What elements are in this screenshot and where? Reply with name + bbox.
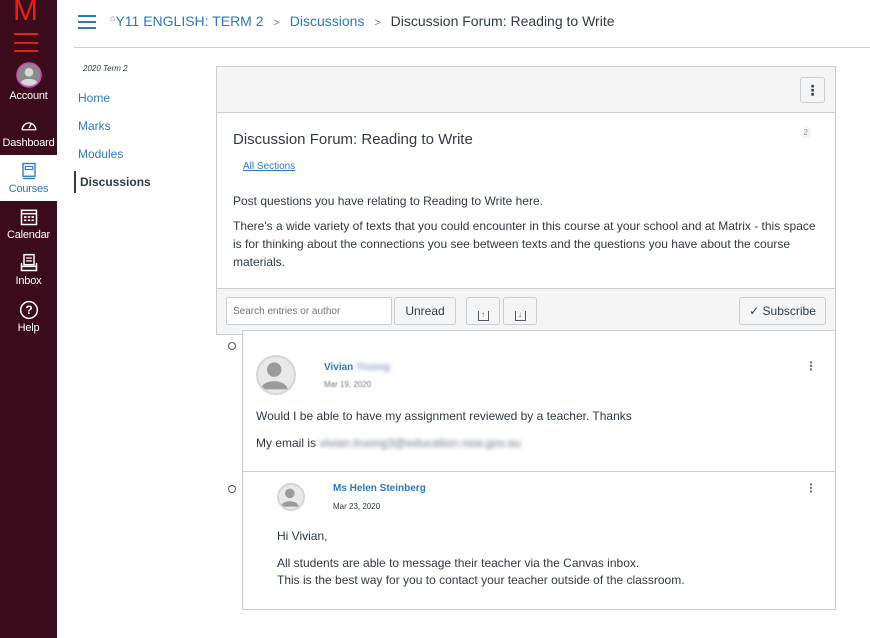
hamburger-icon-line: [78, 21, 96, 23]
redacted-email: vivian.truong3@education.nsw.gov.au: [319, 436, 521, 450]
entry-message: Would I be able to have my assignment re…: [256, 409, 632, 423]
breadcrumb: ⌂Y11 ENGLISH: TERM 2 > Discussions > Dis…: [110, 13, 615, 29]
gnav-calendar[interactable]: Calendar: [0, 207, 57, 241]
courses-book-icon: [21, 162, 36, 180]
avatar[interactable]: [277, 483, 305, 511]
course-nav-home[interactable]: Home: [74, 87, 204, 109]
course-nav-modules[interactable]: Modules: [74, 143, 204, 165]
discussion-entry: Vivian Truong Mar 19, 2020 ⋮ Would I be …: [242, 330, 836, 472]
course-nav-discussions[interactable]: Discussions: [74, 171, 204, 193]
topic-header-bar: ⋮: [217, 67, 835, 113]
course-nav-marks[interactable]: Marks: [74, 115, 204, 137]
unread-indicator[interactable]: [228, 342, 236, 350]
term-label: 2020 Term 2: [83, 64, 128, 73]
reply-options-kebab-icon[interactable]: ⋮: [805, 481, 817, 495]
logo-stripe: [14, 50, 38, 52]
checkmark-icon: ✓: [749, 304, 760, 318]
hamburger-icon-line: [78, 15, 96, 17]
redacted-surname: Truong: [356, 362, 390, 373]
search-entries-input[interactable]: [226, 297, 392, 325]
logo-stripe: [14, 33, 38, 35]
breadcrumb-discussions[interactable]: Discussions: [290, 13, 365, 29]
account-avatar-icon: [15, 62, 42, 88]
institution-logo[interactable]: M: [0, 0, 57, 56]
unread-filter-button[interactable]: Unread: [394, 297, 456, 325]
gnav-inbox[interactable]: Inbox: [0, 253, 57, 287]
course-menu-toggle[interactable]: [78, 15, 96, 29]
collapse-up-icon: ↑: [477, 311, 489, 321]
reply-date: Mar 23, 2020: [333, 502, 381, 511]
dashboard-gauge-icon: [21, 122, 36, 131]
inbox-icon: [20, 253, 37, 272]
chevron-right-icon: >: [273, 17, 280, 29]
avatar[interactable]: [256, 355, 296, 395]
gnav-dashboard[interactable]: Dashboard: [0, 117, 57, 149]
subscribe-label: Subscribe: [762, 304, 816, 318]
entry-message: My email is vivian.truong3@education.nsw…: [256, 436, 521, 450]
expand-down-icon: ↓: [514, 311, 526, 321]
sections-link[interactable]: All Sections: [243, 161, 295, 172]
topic-title: Discussion Forum: Reading to Write: [233, 131, 473, 148]
discussion-toolbar: Unread ↑ ↓ ✓ Subscribe: [217, 288, 835, 334]
logo-letter: M: [13, 0, 38, 27]
reply-message: All students are able to message their t…: [277, 556, 640, 570]
reply-greeting: Hi Vivian,: [277, 529, 328, 543]
topic-message: There's a wide variety of texts that you…: [233, 219, 816, 269]
logo-stripe: [14, 42, 38, 44]
entry-author[interactable]: Vivian Truong: [324, 362, 390, 373]
subscribe-button[interactable]: ✓ Subscribe: [739, 297, 826, 325]
topic-message: Post questions you have relating to Read…: [233, 194, 543, 208]
entry-options-kebab-icon[interactable]: ⋮: [805, 359, 817, 373]
discussion-topic: ⋮ Discussion Forum: Reading to Write 2 A…: [216, 66, 836, 335]
top-bar: ⌂Y11 ENGLISH: TERM 2 > Discussions > Dis…: [74, 0, 870, 48]
svg-text:?: ?: [25, 304, 32, 317]
topic-body: Discussion Forum: Reading to Write 2 All…: [217, 113, 835, 288]
gnav-account[interactable]: Account: [0, 62, 57, 102]
default-avatar-icon: [280, 488, 299, 507]
course-nav: 2020 Term 2 Home Marks Modules Discussio…: [74, 64, 204, 199]
collapse-replies-button[interactable]: ↑: [466, 297, 500, 325]
hamburger-icon-line: [78, 27, 96, 29]
gnav-help[interactable]: ? Help: [0, 300, 57, 334]
reply-count-badge: 2: [800, 127, 811, 138]
kebab-icon: ⋮: [805, 82, 820, 98]
gnav-courses[interactable]: Courses: [0, 155, 57, 201]
expand-replies-button[interactable]: ↓: [503, 297, 537, 325]
topic-options-button[interactable]: ⋮: [800, 77, 825, 103]
breadcrumb-course[interactable]: Y11 ENGLISH: TERM 2: [115, 13, 263, 29]
breadcrumb-current: Discussion Forum: Reading to Write: [390, 13, 615, 29]
calendar-icon: [20, 209, 37, 226]
default-avatar-icon: [260, 362, 288, 390]
global-nav: M Account Dashboard Courses Calendar Inb…: [0, 0, 57, 638]
reply-author[interactable]: Ms Helen Steinberg: [333, 483, 426, 494]
help-question-icon: ?: [19, 300, 38, 320]
entry-date: Mar 19, 2020: [324, 380, 372, 389]
discussion-reply: Ms Helen Steinberg Mar 23, 2020 ⋮ Hi Viv…: [242, 472, 836, 610]
unread-indicator[interactable]: [228, 485, 236, 493]
reply-message: This is the best way for you to contact …: [277, 573, 685, 587]
chevron-right-icon: >: [374, 17, 381, 29]
